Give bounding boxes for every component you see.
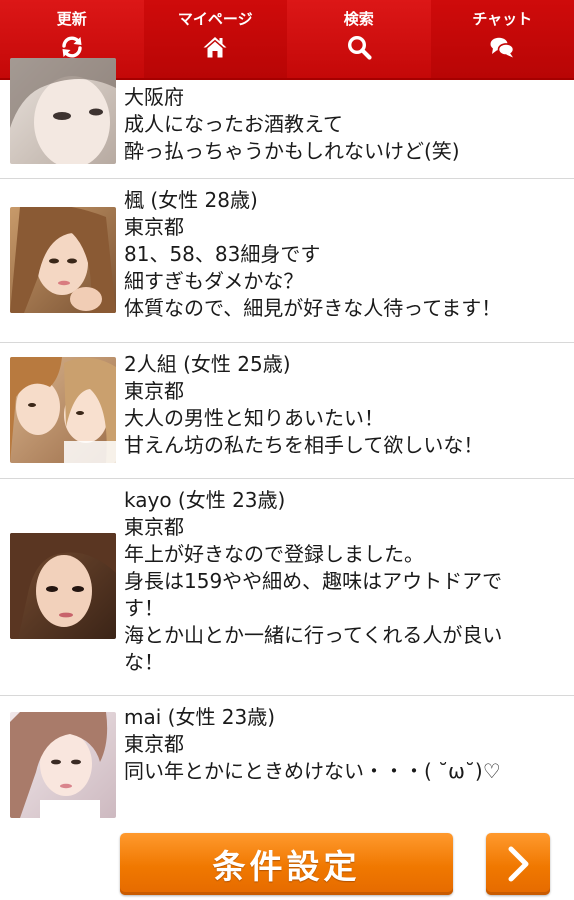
nav-mypage-label: マイページ (177, 10, 253, 28)
profile-message-line: 年上が好きなので登録しました。 (124, 542, 424, 566)
profile-location: 東京都 (124, 515, 184, 539)
profile-row[interactable]: 大阪府 成人になったお酒教えて 酔っ払っちゃうかもしれないけど(笑) (0, 58, 574, 179)
profile-row[interactable]: kayo (女性 23歳) 東京都 年上が好きなので登録しました。 身長は159… (0, 479, 574, 696)
profile-photo (10, 712, 116, 818)
profile-header: 楓 (女性 28歳) (124, 188, 258, 212)
profile-message-line: な！ (124, 650, 164, 674)
profile-text: 楓 (女性 28歳) 東京都 81、58、83細身です 細すぎもダメかな？ 体質… (124, 187, 564, 322)
chat-icon (490, 37, 515, 58)
chevron-right-icon (508, 846, 529, 882)
nav-search-label: 検索 (343, 10, 374, 28)
profile-message-line: 酔っ払っちゃうかもしれないけど(笑) (124, 139, 460, 163)
profile-location: 東京都 (124, 379, 184, 403)
search-icon (347, 35, 372, 60)
profile-row[interactable]: 2人組 (女性 25歳) 東京都 大人の男性と知りあいたい！ 甘えん坊の私たちを… (0, 343, 574, 479)
nav-mypage[interactable]: マイページ (143, 0, 287, 78)
profile-location: 東京都 (124, 215, 184, 239)
condition-settings-button[interactable]: 条件設定 (120, 833, 453, 895)
next-page-button[interactable] (486, 833, 550, 895)
nav-chat[interactable]: チャット (430, 0, 574, 78)
profile-photo (10, 207, 116, 313)
profile-row[interactable]: 楓 (女性 28歳) 東京都 81、58、83細身です 細すぎもダメかな？ 体質… (0, 179, 574, 343)
nav-refresh-label: 更新 (56, 10, 87, 28)
profile-photo (10, 357, 116, 463)
profile-text: 大阪府 成人になったお酒教えて 酔っ払っちゃうかもしれないけど(笑) (124, 84, 564, 165)
profile-message-line: 細すぎもダメかな？ (124, 269, 304, 293)
refresh-icon (62, 36, 82, 58)
nav-search[interactable]: 検索 (287, 0, 431, 78)
profile-row[interactable]: mai (女性 23歳) 東京都 同い年とかにときめけない・・・( ˘ω˘)♡ (0, 696, 574, 826)
profile-header: mai (女性 23歳) (124, 705, 276, 729)
profile-message-line: 身長は159やや細め、趣味はアウトドアで (124, 569, 503, 593)
profile-message-line: 甘えん坊の私たちを相手して欲しいな！ (124, 433, 484, 457)
profile-message-line: 同い年とかにときめけない・・・( ˘ω˘)♡ (124, 759, 501, 783)
home-icon (203, 37, 227, 58)
profile-photo (10, 58, 116, 164)
profile-text: 2人組 (女性 25歳) 東京都 大人の男性と知りあいたい！ 甘えん坊の私たちを… (124, 351, 564, 459)
profile-message-line: 海とか山とか一緒に行ってくれる人が良い (124, 623, 503, 647)
profile-message-line: 81、58、83細身です (124, 242, 321, 266)
profile-header: kayo (女性 23歳) (124, 488, 286, 512)
profile-message-line: 体質なので、細見が好きな人待ってます！ (124, 296, 502, 320)
condition-settings-label: 条件設定 (212, 847, 361, 886)
profile-location: 東京都 (124, 732, 184, 756)
profile-text: kayo (女性 23歳) 東京都 年上が好きなので登録しました。 身長は159… (124, 487, 564, 676)
profile-header: 2人組 (女性 25歳) (124, 352, 291, 376)
profile-text: mai (女性 23歳) 東京都 同い年とかにときめけない・・・( ˘ω˘)♡ (124, 704, 564, 785)
profile-message-line: 成人になったお酒教えて (124, 112, 343, 136)
profile-message-line: す！ (124, 596, 164, 620)
profile-photo (10, 533, 116, 639)
profile-location: 大阪府 (124, 85, 184, 109)
profile-message-line: 大人の男性と知りあいたい！ (124, 406, 384, 430)
nav-chat-label: チャット (472, 10, 533, 28)
